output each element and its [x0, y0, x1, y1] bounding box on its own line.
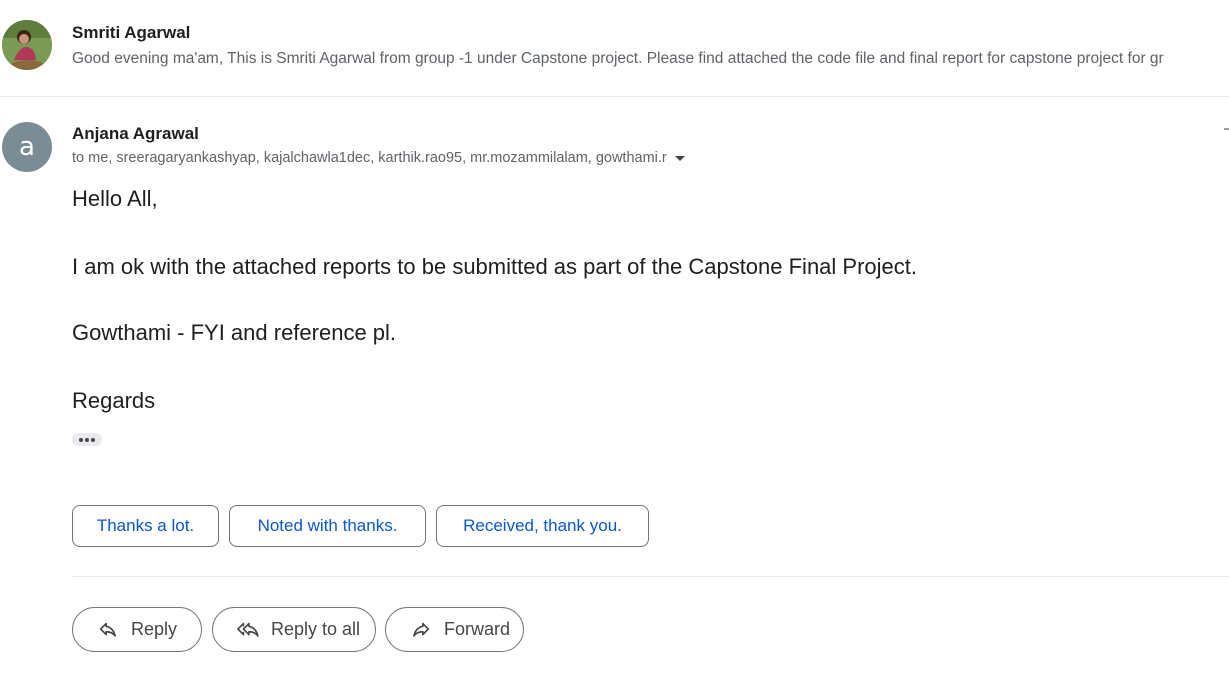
body-line: I am ok with the attached reports to be … — [72, 254, 918, 279]
divider — [72, 576, 1229, 577]
collapsed-message[interactable]: Smriti Agarwal Good evening ma'am, This … — [0, 0, 1229, 97]
sender-name: Smriti Agarwal — [72, 23, 191, 42]
forward-icon — [413, 622, 430, 637]
avatar — [2, 20, 52, 70]
reply-all-label: Reply to all — [271, 619, 361, 639]
forward-label: Forward — [444, 619, 511, 639]
avatar[interactable]: a — [2, 122, 52, 172]
show-trimmed-content-button[interactable] — [72, 433, 102, 446]
chevron-down-icon[interactable] — [674, 155, 685, 161]
sender-name[interactable]: Anjana Agrawal — [72, 124, 199, 144]
reply-label: Reply — [131, 619, 178, 639]
reply-all-icon — [237, 622, 259, 637]
reply-icon — [99, 622, 116, 637]
message-snippet: Good evening ma'am, This is Smriti Agarw… — [72, 50, 1164, 67]
smart-reply-button[interactable]: Noted with thanks. — [229, 505, 426, 547]
smart-reply-button[interactable]: Thanks a lot. — [72, 505, 219, 547]
forward-button[interactable]: Forward — [385, 607, 524, 652]
reply-all-button[interactable]: Reply to all — [212, 607, 376, 652]
body-line: Gowthami - FYI and reference pl. — [72, 320, 397, 345]
recipients-line: to me, sreeragaryankashyap, kajalchawla1… — [72, 150, 685, 166]
more-icon — [79, 437, 83, 442]
reply-button[interactable]: Reply — [72, 607, 202, 652]
body-signoff: Regards — [72, 388, 156, 413]
star-icon[interactable] — [1224, 128, 1229, 130]
recipients-list: to me, sreeragaryankashyap, kajalchawla1… — [72, 150, 667, 166]
smart-reply-button[interactable]: Received, thank you. — [436, 505, 649, 547]
body-greeting: Hello All, — [72, 186, 158, 211]
